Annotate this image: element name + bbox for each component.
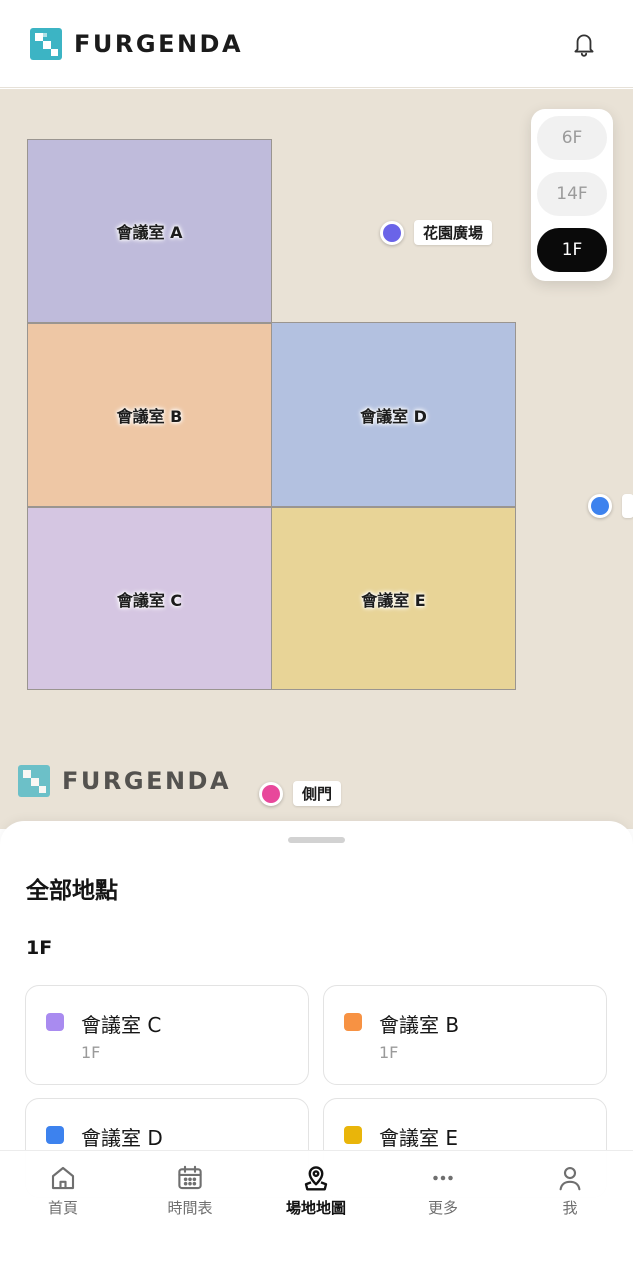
location-color-swatch [46,1126,64,1144]
tab-schedule[interactable]: 時間表 [127,1163,253,1218]
poi-label: 花園廣場 [414,220,493,245]
floor-option-1f[interactable]: 1F [537,228,607,272]
location-name: 會議室 E [379,1126,458,1150]
profile-icon [559,1166,581,1191]
room-b-label: 會議室 B [116,407,183,426]
room-d-label: 會議室 D [360,406,427,426]
location-floor: 1F [81,1043,101,1062]
bell-icon[interactable] [571,30,597,58]
more-icon [433,1175,453,1181]
map-watermark-logo: FURGENDA [18,765,231,797]
location-color-swatch [344,1013,362,1031]
poi-marker [259,781,283,806]
location-floor: 1F [379,1043,399,1062]
location-color-swatch [46,1013,64,1031]
location-card-b[interactable]: 會議室 B 1F [323,985,607,1085]
tab-label: 場地地圖 [285,1199,346,1217]
room-e-label: 會議室 E [361,590,426,610]
watermark-brand: FURGENDA [62,767,232,795]
poi-label: 側門 [293,781,342,806]
location-name: 會議室 D [81,1126,163,1150]
room-b[interactable]: 會議室 B [27,323,272,507]
tab-profile[interactable]: 我 [507,1163,633,1218]
location-name: 會議室 B [379,1013,460,1037]
poi-side-gate[interactable]: 側門 [259,781,342,806]
poi-label-truncated [622,494,633,518]
room-d[interactable]: 會議室 D [271,322,516,507]
room-e[interactable]: 會議室 E [271,507,516,690]
app-header: FURGENDA [0,0,633,88]
room-a[interactable]: 會議室 A [27,139,272,323]
tab-label: 首頁 [47,1199,78,1217]
location-card-c[interactable]: 會議室 C 1F [25,985,309,1085]
furgenda-logo-icon [18,765,50,797]
room-a-label: 會議室 A [116,223,183,242]
room-c-label: 會議室 C [116,590,183,610]
floor-heading: 1F [26,937,53,959]
tab-label: 時間表 [167,1199,213,1217]
poi-marker [380,220,404,245]
location-name: 會議室 C [81,1013,162,1037]
location-color-swatch [344,1126,362,1144]
poi-right-edge[interactable] [588,494,633,518]
floor-selector: 6F 14F 1F [531,109,613,281]
poi-marker [588,494,612,518]
sheet-title: 全部地點 [26,878,118,904]
floor-option-6f[interactable]: 6F [537,116,607,160]
tab-more[interactable]: 更多 [380,1163,506,1218]
room-c[interactable]: 會議室 C [27,507,272,690]
brand-name: FURGENDA [74,29,244,58]
poi-garden-plaza[interactable]: 花園廣場 [380,220,493,245]
tab-label: 我 [562,1199,578,1217]
tab-label: 更多 [427,1199,458,1217]
floor-option-14f[interactable]: 14F [537,172,607,216]
venue-map[interactable]: 會議室 A 會議室 B 會議室 C 會議室 D 會議室 E 花園廣場 側門 FU… [0,89,633,829]
sheet-drag-handle[interactable] [288,837,345,843]
map-pin-icon [304,1166,328,1191]
tab-venue-map[interactable]: 場地地圖 [253,1163,379,1218]
calendar-icon [178,1165,202,1190]
home-icon [51,1166,75,1190]
bottom-tab-bar: 首頁 時間表 場地地圖 更多 我 [0,1150,633,1280]
furgenda-logo-icon [30,27,62,60]
tab-home[interactable]: 首頁 [0,1163,126,1218]
